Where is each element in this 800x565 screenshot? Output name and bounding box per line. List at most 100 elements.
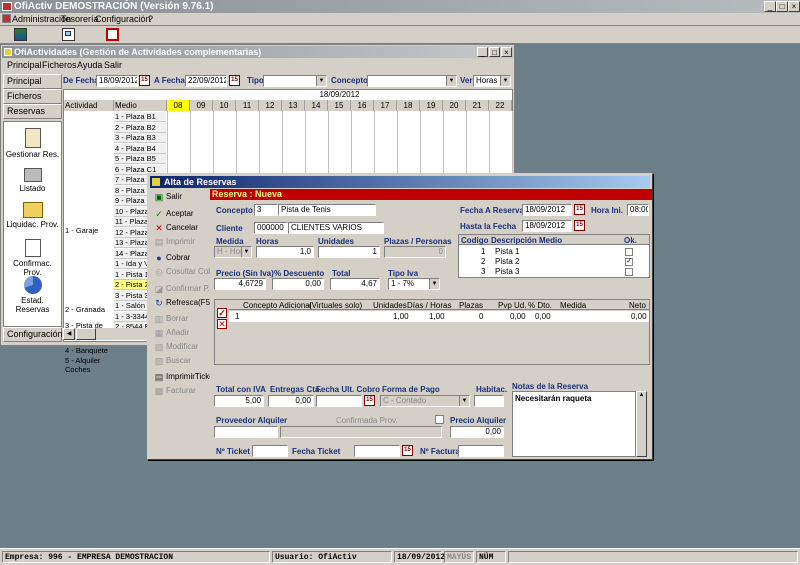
de-fecha-input[interactable]: 18/09/2012 [96, 75, 138, 87]
scroll-up-icon[interactable]: ▲ [637, 392, 646, 398]
cobrar-button[interactable]: ● Cobrar [152, 252, 210, 264]
calendar-icon[interactable]: 15 [402, 445, 413, 456]
imprimirticket-button[interactable]: ▤ImprimirTicket [152, 371, 210, 383]
medio-ok-checkbox[interactable]: ✓ [625, 258, 633, 266]
nav-tab-principal[interactable]: Principal [3, 74, 62, 89]
concepto-code-input[interactable]: 3 [254, 204, 278, 216]
notas-textarea[interactable]: Necesitarán raqueta [512, 391, 636, 457]
medio-cell[interactable]: 3 - Plaza B3 [114, 133, 166, 143]
hasta-fecha-input[interactable]: 18/09/2012 [522, 220, 572, 232]
calendar-icon[interactable]: 15 [574, 220, 585, 231]
plazas-input[interactable]: 0 [384, 246, 446, 258]
ca-row-plazas[interactable]: 0 [479, 312, 483, 321]
a-fecha-input[interactable]: 22/09/2012 [185, 75, 227, 87]
windows-icon[interactable] [62, 28, 75, 41]
child-menu-ficheros[interactable]: Ficheros [42, 60, 77, 70]
borrar-button[interactable]: ▥ Borrar [152, 313, 210, 325]
nav-tab-reservas[interactable]: Reservas [3, 104, 62, 119]
scroll-left-icon[interactable]: ◀ [63, 328, 75, 340]
fecha-reservar-input[interactable]: 18/09/2012 [522, 204, 572, 216]
cancelar-button[interactable]: ✕ Cancelar [152, 222, 210, 234]
hora-ini-input[interactable]: 08:00 [627, 204, 649, 216]
nav-item-liquidac[interactable]: Liquidac. Prov. [4, 202, 61, 229]
de-fecha-label: De Fecha [63, 76, 99, 85]
medio-cell[interactable]: 4 - Plaza B4 [114, 143, 166, 154]
calendar-icon[interactable]: 15 [364, 395, 375, 406]
hour-header: 11 [236, 100, 259, 111]
a-adir-button[interactable]: ▦ Añadir [152, 327, 210, 339]
habitac-input[interactable] [474, 395, 504, 407]
precio-input[interactable]: 4,6729 [214, 278, 266, 290]
proveedor-code-input[interactable] [214, 426, 278, 438]
medio-cell[interactable]: 5 - Plaza B5 [114, 154, 166, 164]
confirmada-checkbox[interactable] [435, 415, 444, 424]
minimize-button[interactable]: _ [764, 1, 776, 12]
cliente-name-input[interactable]: CLIENTES VARIOS [288, 222, 384, 234]
nav-item-estadisticas[interactable]: Estad. Reservas [4, 276, 61, 314]
notas-scrollbar[interactable]: ▲ [636, 391, 647, 457]
ca-row-dias[interactable]: 1,00 [429, 312, 445, 321]
cosultar-cobr-button[interactable]: ◎Cosultar Cobr [152, 266, 210, 278]
medida-label: Medida [216, 237, 244, 246]
calculator-icon[interactable] [14, 28, 27, 41]
calendar-icon[interactable]: 15 [574, 204, 585, 215]
menu-configuracion[interactable]: Configuración [95, 14, 151, 24]
child-menu-salir[interactable]: Salir [104, 60, 122, 70]
medio-ok-checkbox[interactable] [625, 248, 633, 256]
menu-tesoreria[interactable]: Tesorería [61, 14, 99, 24]
scroll-thumb[interactable] [76, 328, 96, 340]
child-close-button[interactable]: × [501, 47, 512, 57]
concepto-name-input[interactable]: Pista de Tenis [278, 204, 376, 216]
medio-cell[interactable]: 1 - Plaza B1 [114, 112, 166, 122]
ticket-input[interactable] [252, 445, 288, 457]
horas-input[interactable]: 1,0 [256, 246, 314, 258]
tipo-select[interactable]: ▼ [263, 75, 327, 87]
ver-select[interactable]: Horas ▼ [473, 75, 511, 87]
nav-item-confirmac[interactable]: Confirmac. Prov. [4, 239, 61, 277]
fecha-reservar-label: Fecha A Reservar [460, 206, 527, 215]
calendar-icon[interactable]: 15 [139, 75, 150, 86]
refresca-f5-button[interactable]: ↻ Refresca(F5 [152, 297, 210, 309]
forma-pago-select[interactable]: C - Contado ▼ [380, 395, 470, 407]
close-button[interactable]: × [788, 1, 800, 12]
menu-help[interactable]: ? [148, 14, 153, 24]
calendar-icon[interactable]: 15 [229, 75, 240, 86]
nav-tab-ficheros[interactable]: Ficheros [3, 89, 62, 104]
ca-row-pvp[interactable]: 0,00 [510, 312, 526, 321]
descuento-input[interactable]: 0,00 [272, 278, 324, 290]
child-menu-ayuda[interactable]: Ayuda [77, 60, 102, 70]
salir-button[interactable]: ▣ Salir [152, 191, 210, 203]
factura-input[interactable] [458, 445, 504, 457]
buscar-button[interactable]: ▨ Buscar [152, 355, 210, 367]
child-maximize-button[interactable]: □ [489, 47, 500, 57]
ca-row-unidades[interactable]: 1,00 [393, 312, 409, 321]
refresh-icon: ↻ [155, 298, 163, 308]
imprimir-button[interactable]: ▤ Imprimir [152, 236, 210, 248]
child-minimize-button[interactable]: _ [477, 47, 488, 57]
exit-icon[interactable] [106, 28, 119, 41]
confirmar-p-button[interactable]: ◪ Confirmar P. [152, 283, 210, 295]
medio-cell[interactable]: 2 - Plaza B2 [114, 122, 166, 133]
nav-item-gestionar[interactable]: Gestionar Res. [4, 128, 61, 159]
nav-tab-configuracion[interactable]: Configuración [3, 327, 63, 342]
ca-row-neto: 0,00 [631, 312, 647, 321]
fecha-ticket-input[interactable] [354, 445, 400, 457]
medio-ok-checkbox[interactable] [625, 268, 633, 276]
cancel-line-icon[interactable]: ✕ [217, 319, 227, 329]
child-menu-principal[interactable]: Principal [7, 60, 42, 70]
aceptar-button[interactable]: ✓ Aceptar [152, 208, 210, 220]
accept-line-icon[interactable]: ✓ [217, 308, 227, 318]
modificar-button[interactable]: ▧ Modificar [152, 341, 210, 353]
unidades-input[interactable]: 1 [318, 246, 380, 258]
checklist-icon [24, 239, 41, 257]
medida-select[interactable]: H - Hora ▼ [214, 246, 252, 258]
nav-item-listado[interactable]: Listado [4, 168, 61, 193]
facturar-button[interactable]: ▩ Facturar [152, 385, 210, 397]
maximize-button[interactable]: □ [776, 1, 788, 12]
chevron-down-icon: ▼ [316, 76, 326, 86]
ca-row-dto[interactable]: 0,00 [535, 312, 551, 321]
concepto-select[interactable]: ▼ [367, 75, 457, 87]
cliente-code-input[interactable]: 000000 [254, 222, 288, 234]
tipo-iva-select[interactable]: 1 - 7% ▼ [388, 278, 440, 290]
precio-alquiler-input[interactable]: 0,00 [450, 426, 504, 438]
